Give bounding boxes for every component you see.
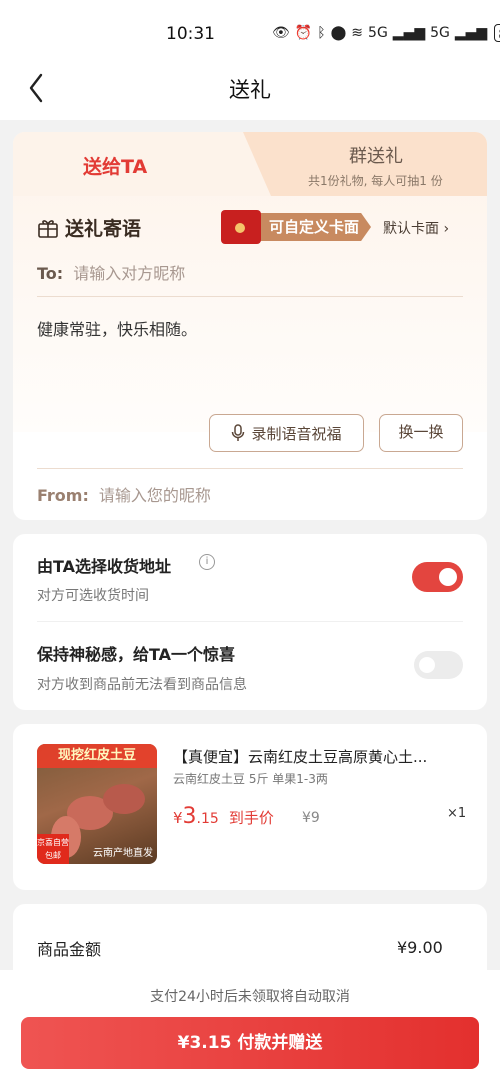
original-price: ¥9	[302, 810, 320, 826]
product-spec: 云南红皮土豆 5斤 单果1-3两	[173, 772, 328, 786]
status-bar: 10:31 👁 ⏰ ᛒ ⬤ ≋ 5G ▂▄▆ 5G ▂▄▆ 80	[0, 0, 500, 66]
goods-amount-label: 商品金额	[37, 940, 102, 959]
microphone-icon	[232, 424, 245, 441]
to-label: To:	[37, 264, 64, 283]
divider	[37, 296, 463, 297]
product-quantity: ×1	[447, 806, 467, 821]
tab-group-gift-sub: 共1份礼物, 每人可抽1 份	[308, 174, 443, 188]
potato-shape	[103, 784, 145, 814]
wifi-icon: ≋	[351, 25, 364, 41]
swap-message-button[interactable]: 换一换	[379, 414, 463, 452]
secret-toggle[interactable]	[414, 651, 463, 679]
price-symbol: ¥	[173, 809, 183, 827]
gift-message-card: 送给TA 群送礼 共1份礼物, 每人可抽1 份 送礼寄语 可自定义卡面 默认卡面…	[13, 132, 487, 520]
product-image-badge: 京喜自营 包邮	[37, 834, 69, 864]
pay-and-send-button[interactable]: ¥3.15 付款并赠送	[21, 1017, 479, 1069]
address-toggle[interactable]	[412, 562, 463, 592]
from-input-placeholder[interactable]: 请输入您的昵称	[99, 486, 211, 505]
product-image-origin: 云南产地直发	[93, 848, 153, 859]
gift-icon	[38, 219, 58, 238]
message-section-title: 送礼寄语	[37, 214, 141, 241]
auto-cancel-notice: 支付24小时后未领取将自动取消	[150, 989, 350, 1005]
info-icon[interactable]: i	[199, 554, 215, 570]
red-envelope-icon	[221, 210, 261, 244]
goods-amount-value: ¥9.00	[397, 938, 443, 957]
location-icon: ⬤	[330, 25, 347, 41]
tab-send-to-ta-label[interactable]: 送给TA	[83, 152, 147, 179]
badge-bottom: 包邮	[45, 851, 61, 860]
message-text[interactable]: 健康常驻，快乐相随。	[37, 316, 197, 340]
page-title: 送礼	[229, 78, 271, 102]
price-decimal: .15	[196, 811, 219, 827]
customize-card-face-button[interactable]: 可自定义卡面	[221, 210, 372, 244]
from-field[interactable]: From: 请输入您的昵称	[37, 482, 211, 506]
secret-option-sub: 对方收到商品前无法看到商品信息	[37, 677, 247, 693]
signal-icon: ▂▄▆	[454, 25, 488, 41]
product-image[interactable]: 现挖红皮土豆 京喜自营包邮 云南产地直发	[37, 744, 157, 864]
battery-indicator: 80	[494, 24, 500, 43]
footer-bar: 支付24小时后未领取将自动取消 ¥3.15 付款并赠送	[0, 970, 500, 1085]
badge-top: 京喜自营	[37, 838, 69, 847]
product-card[interactable]: 现挖红皮土豆 京喜自营包邮 云南产地直发 【真便宜】云南红皮土豆高原黄心土...…	[13, 724, 487, 890]
price-integer: 3	[182, 804, 197, 829]
network-1: 5G	[368, 25, 388, 41]
product-price: ¥3.15 到手价	[173, 804, 274, 829]
from-label: From:	[37, 486, 89, 505]
eye-icon: 👁	[272, 25, 290, 41]
product-image-banner: 现挖红皮土豆	[37, 744, 157, 768]
status-icons: 👁 ⏰ ᛒ ⬤ ≋ 5G ▂▄▆ 5G ▂▄▆ 80	[272, 23, 500, 43]
address-option-title: 由TA选择收货地址	[37, 557, 172, 576]
address-option-sub: 对方可选收货时间	[37, 588, 149, 604]
tab-group-gift-label[interactable]: 群送礼	[349, 142, 403, 168]
to-input-placeholder[interactable]: 请输入对方昵称	[73, 264, 185, 283]
signal-icon: ▂▄▆	[392, 25, 426, 41]
options-card: 由TA选择收货地址 i 对方可选收货时间 保持神秘感，给TA一个惊喜 对方收到商…	[13, 534, 487, 710]
record-voice-button[interactable]: 录制语音祝福	[209, 414, 364, 452]
record-voice-label: 录制语音祝福	[251, 424, 342, 443]
network-2: 5G	[430, 25, 450, 41]
secret-option-title: 保持神秘感，给TA一个惊喜	[37, 645, 236, 664]
divider	[37, 468, 463, 469]
divider	[37, 621, 463, 622]
to-field[interactable]: To: 请输入对方昵称	[37, 260, 185, 284]
bluetooth-icon: ᛒ	[317, 25, 326, 41]
default-card-link[interactable]: 默认卡面 ›	[383, 218, 449, 238]
message-title-label: 送礼寄语	[65, 218, 142, 240]
customize-card-face-label: 可自定义卡面	[247, 213, 372, 241]
product-title[interactable]: 【真便宜】云南红皮土豆高原黄心土...	[173, 746, 463, 767]
nav-bar: 送礼	[0, 60, 500, 120]
price-tag: 到手价	[228, 809, 274, 827]
status-time: 10:31	[166, 24, 215, 44]
alarm-icon: ⏰	[294, 25, 313, 41]
